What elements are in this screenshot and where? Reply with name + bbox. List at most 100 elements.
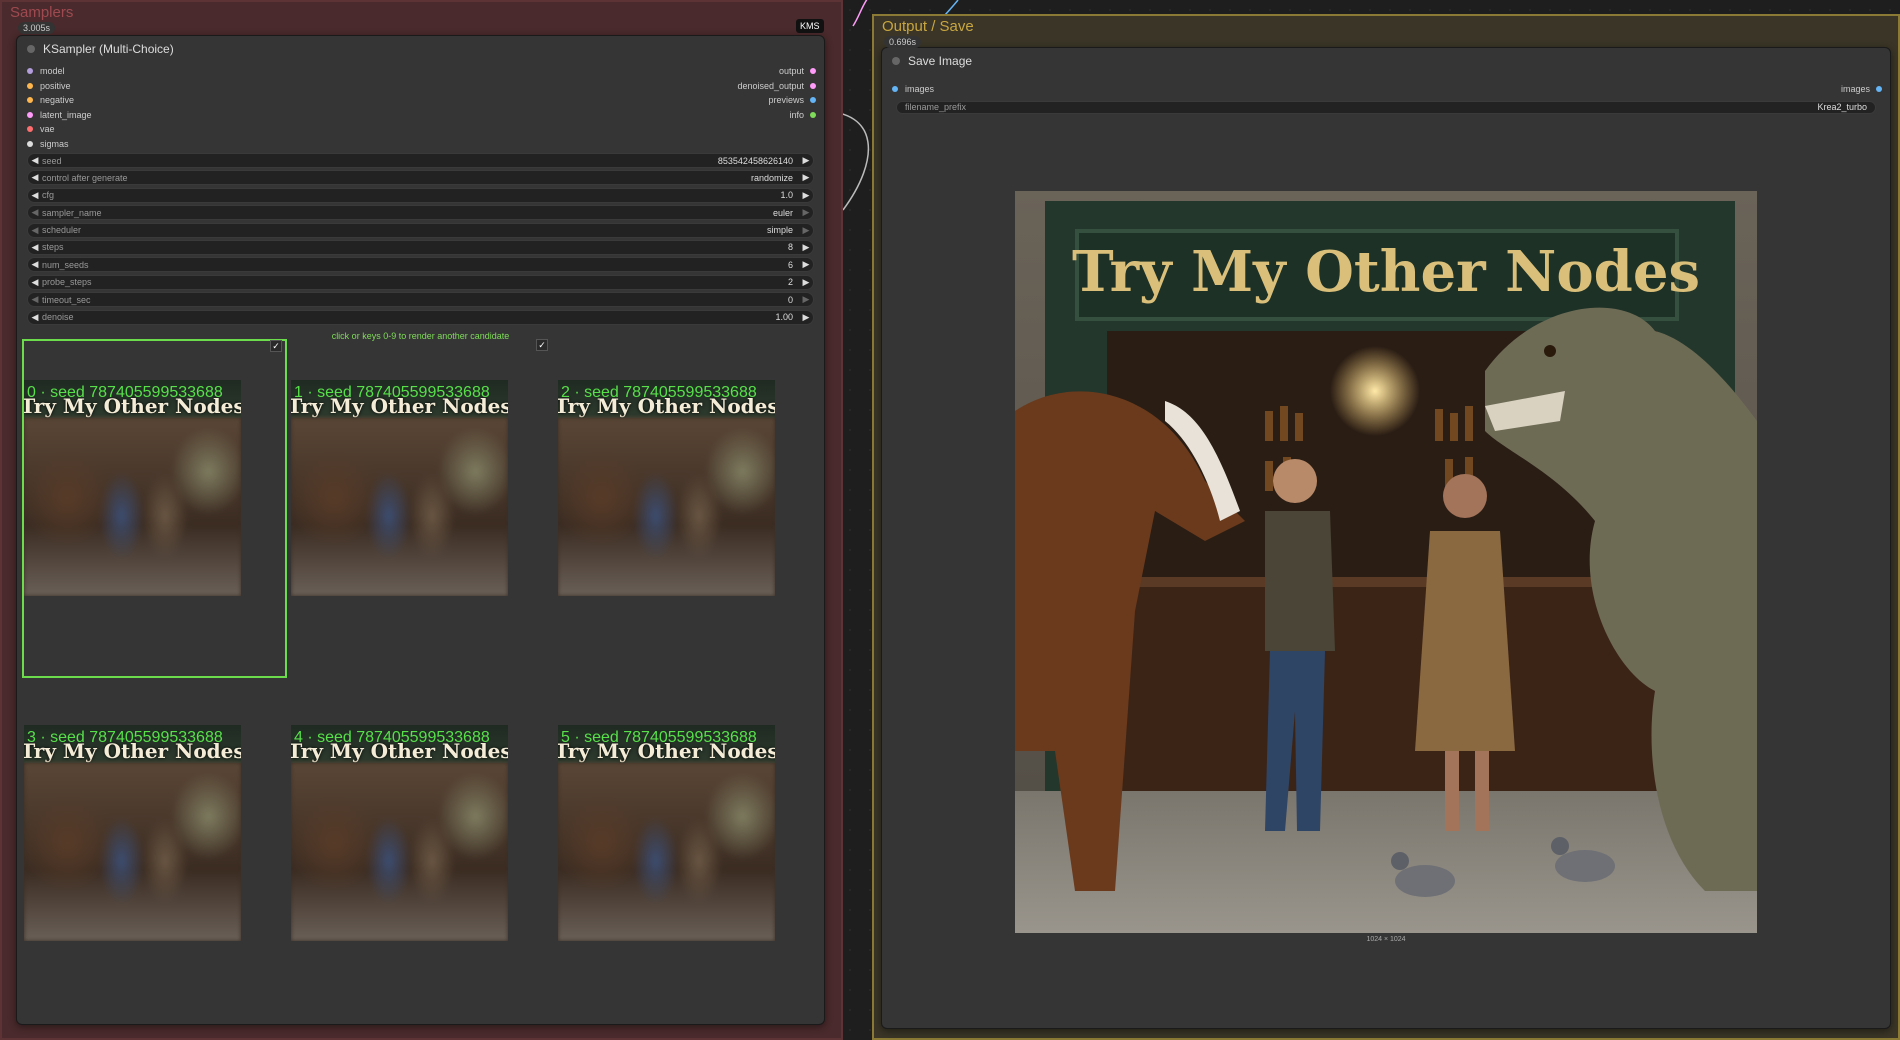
output-image[interactable]: Try My Other Nodes bbox=[1015, 191, 1757, 933]
group-title-samplers[interactable]: Samplers bbox=[10, 4, 73, 21]
slot-dot[interactable] bbox=[27, 126, 33, 132]
slot-label: denoised_output bbox=[737, 80, 804, 91]
filename-prefix-field[interactable]: filename_prefix Krea2_turbo bbox=[896, 100, 1876, 114]
widget-label: timeout_sec bbox=[42, 294, 91, 305]
output-sign-text: Try My Other Nodes bbox=[1072, 239, 1700, 305]
save-image-header[interactable]: Save Image bbox=[882, 48, 1890, 74]
widget-control-after-generate[interactable]: ◀ control after generate randomize ▶ bbox=[27, 170, 814, 186]
slot-dot[interactable] bbox=[810, 111, 816, 118]
slot-label: negative bbox=[40, 95, 75, 105]
slot-dot[interactable] bbox=[810, 97, 816, 103]
widget-label: seed bbox=[42, 155, 62, 166]
widget-scheduler[interactable]: ◀ scheduler simple ▶ bbox=[27, 222, 814, 238]
slot-dot[interactable] bbox=[810, 82, 816, 89]
input-slot-latent-image[interactable]: latent_image bbox=[27, 108, 92, 122]
input-slot-vae[interactable]: vae bbox=[27, 122, 55, 136]
output-slot-info[interactable]: info bbox=[789, 108, 816, 122]
candidate-thumbnail[interactable]: Try My Other Nodes 0 · seed 7874055995336… bbox=[24, 380, 241, 596]
decrement-arrow-icon[interactable]: ◀ bbox=[28, 312, 42, 323]
slot-row: negative previews bbox=[17, 93, 824, 108]
decrement-arrow-icon[interactable]: ◀ bbox=[28, 172, 42, 183]
increment-arrow-icon[interactable]: ▶ bbox=[799, 259, 813, 270]
candidate-caption: 3 · seed 787405599533688 bbox=[27, 729, 223, 746]
widget-sampler-name[interactable]: ◀ sampler_name euler ▶ bbox=[27, 205, 814, 221]
widget-label: steps bbox=[42, 242, 64, 253]
collapse-toggle[interactable] bbox=[27, 45, 35, 53]
decrement-arrow-icon[interactable]: ◀ bbox=[28, 155, 42, 166]
widget-denoise[interactable]: ◀ denoise 1.00 ▶ bbox=[27, 309, 814, 325]
candidate-thumbnail[interactable]: Try My Other Nodes 1 · seed 7874055995336… bbox=[291, 380, 508, 596]
decrement-arrow-icon[interactable]: ◀ bbox=[28, 294, 42, 305]
increment-arrow-icon[interactable]: ▶ bbox=[799, 190, 813, 201]
slot-dot[interactable] bbox=[27, 140, 33, 147]
increment-arrow-icon[interactable]: ▶ bbox=[799, 155, 813, 166]
slot-dot[interactable] bbox=[810, 68, 816, 74]
save-exec-time: 0.696s bbox=[884, 36, 922, 48]
increment-arrow-icon[interactable]: ▶ bbox=[799, 242, 813, 253]
ksampler-header[interactable]: KSampler (Multi-Choice) bbox=[17, 36, 824, 62]
ksampler-slots: model output positive denoised_outputnegati… bbox=[17, 64, 824, 151]
decrement-arrow-icon[interactable]: ◀ bbox=[28, 207, 42, 218]
thumb-scene bbox=[558, 418, 775, 596]
input-slot-images[interactable]: images bbox=[892, 82, 934, 96]
slot-dot[interactable] bbox=[27, 111, 33, 118]
candidate-caption: 2 · seed 787405599533688 bbox=[561, 384, 757, 401]
slot-row: model output bbox=[17, 64, 824, 79]
slot-dot[interactable] bbox=[1876, 86, 1882, 92]
increment-arrow-icon[interactable]: ▶ bbox=[799, 207, 813, 218]
widget-value: 2 bbox=[787, 277, 793, 288]
save-image-title: Save Image bbox=[908, 54, 973, 68]
widget-value: 1.0 bbox=[780, 190, 793, 201]
node-canvas[interactable]: Samplers Output / Save KSampler (Multi-C… bbox=[0, 0, 1900, 1040]
widget-cfg[interactable]: ◀ cfg 1.0 ▶ bbox=[27, 187, 814, 203]
decrement-arrow-icon[interactable]: ◀ bbox=[28, 190, 42, 201]
slot-dot[interactable] bbox=[27, 82, 33, 89]
widget-timeout-sec[interactable]: ◀ timeout_sec 0 ▶ bbox=[27, 292, 814, 308]
output-slot-output[interactable]: output bbox=[779, 64, 816, 78]
candidate-thumbnail[interactable]: Try My Other Nodes 3 · seed 7874055995336… bbox=[24, 725, 241, 941]
widget-value: 1.00 bbox=[775, 312, 793, 323]
input-slot-positive[interactable]: positive bbox=[27, 79, 71, 93]
candidate-thumbnail[interactable]: Try My Other Nodes 4 · seed 7874055995336… bbox=[291, 725, 508, 941]
increment-arrow-icon[interactable]: ▶ bbox=[799, 277, 813, 288]
approve-check-icon[interactable]: ✓ bbox=[536, 339, 548, 351]
input-slot-negative[interactable]: negative bbox=[27, 93, 74, 107]
selected-check-icon[interactable]: ✓ bbox=[270, 340, 282, 352]
input-slot-model[interactable]: model bbox=[27, 64, 65, 78]
slot-row: positive denoised_output bbox=[17, 79, 824, 94]
output-slot-denoised-output[interactable]: denoised_output bbox=[737, 79, 816, 93]
slot-dot[interactable] bbox=[27, 97, 33, 103]
widget-label: probe_steps bbox=[42, 277, 92, 288]
slot-dot[interactable] bbox=[27, 68, 33, 74]
decrement-arrow-icon[interactable]: ◀ bbox=[28, 242, 42, 253]
slot-label: positive bbox=[40, 80, 71, 91]
slot-dot[interactable] bbox=[892, 86, 898, 92]
decrement-arrow-icon[interactable]: ◀ bbox=[28, 259, 42, 270]
slot-label: images bbox=[1840, 84, 1870, 94]
output-slot-images[interactable]: images bbox=[1841, 82, 1882, 96]
candidate-caption: 5 · seed 787405599533688 bbox=[561, 729, 757, 746]
collapse-toggle[interactable] bbox=[892, 57, 900, 65]
candidate-thumbnail[interactable]: Try My Other Nodes 5 · seed 7874055995336… bbox=[558, 725, 775, 941]
thumb-scene bbox=[24, 418, 241, 596]
ksampler-exec-time: 3.005s bbox=[18, 22, 56, 34]
widget-probe-steps[interactable]: ◀ probe_steps 2 ▶ bbox=[27, 274, 814, 290]
slot-label: previews bbox=[768, 95, 804, 105]
widget-steps[interactable]: ◀ steps 8 ▶ bbox=[27, 239, 814, 255]
widget-label: control after generate bbox=[42, 172, 128, 183]
candidate-thumbnail[interactable]: Try My Other Nodes 2 · seed 7874055995336… bbox=[558, 380, 775, 596]
slot-label: output bbox=[778, 66, 804, 76]
decrement-arrow-icon[interactable]: ◀ bbox=[28, 225, 42, 236]
slot-label: model bbox=[40, 66, 65, 76]
widget-seed[interactable]: ◀ seed 853542458626140 ▶ bbox=[27, 153, 814, 168]
thumb-scene bbox=[291, 763, 508, 941]
decrement-arrow-icon[interactable]: ◀ bbox=[28, 277, 42, 288]
increment-arrow-icon[interactable]: ▶ bbox=[799, 294, 813, 305]
input-slot-sigmas[interactable]: sigmas bbox=[27, 137, 69, 151]
widget-num-seeds[interactable]: ◀ num_seeds 6 ▶ bbox=[27, 257, 814, 273]
output-slot-previews[interactable]: previews bbox=[768, 93, 816, 107]
increment-arrow-icon[interactable]: ▶ bbox=[799, 225, 813, 236]
increment-arrow-icon[interactable]: ▶ bbox=[799, 172, 813, 183]
group-title-output[interactable]: Output / Save bbox=[882, 18, 974, 35]
increment-arrow-icon[interactable]: ▶ bbox=[799, 312, 813, 323]
